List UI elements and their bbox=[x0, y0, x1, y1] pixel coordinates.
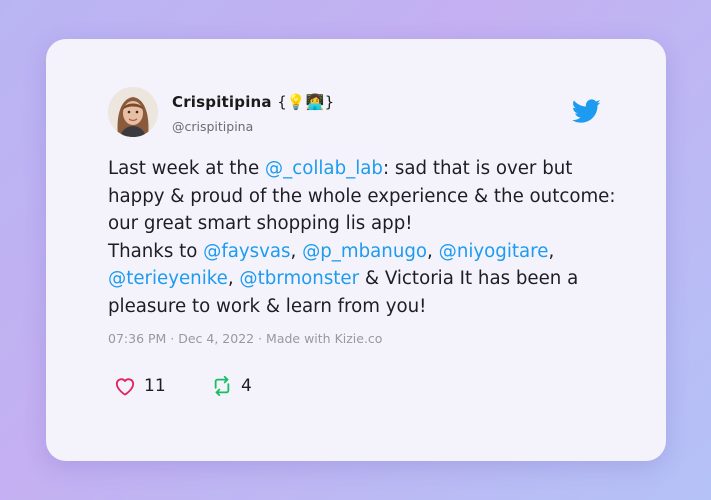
like-button[interactable]: 11 bbox=[114, 376, 166, 396]
tweet-card: Crispitipina {💡👩‍💻} @crispitipina Last w… bbox=[46, 39, 666, 461]
author-handle[interactable]: @crispitipina bbox=[172, 119, 253, 134]
tweet-text-segment: , bbox=[427, 240, 439, 262]
heart-icon bbox=[115, 378, 135, 396]
mention-link[interactable]: @p_mbanugo bbox=[302, 241, 427, 262]
tweet-text-segment: Last week at the bbox=[108, 158, 265, 179]
mention-link[interactable]: @faysvas bbox=[203, 241, 290, 262]
author-emoji: {💡👩‍💻} bbox=[277, 93, 335, 111]
retweet-icon bbox=[214, 376, 230, 396]
author-name[interactable]: Crispitipina {💡👩‍💻} bbox=[172, 93, 334, 111]
retweet-count: 4 bbox=[241, 376, 252, 396]
tweet-text-segment: , bbox=[548, 240, 555, 262]
mention-link[interactable]: @terieyenike bbox=[108, 268, 228, 289]
mention-link[interactable]: @_collab_lab bbox=[265, 158, 383, 179]
tweet-body: Last week at the @_collab_lab: sad that … bbox=[108, 155, 618, 320]
tweet-meta: 07:36 PM · Dec 4, 2022 · Made with Kizie… bbox=[108, 331, 383, 346]
tweet-text-segment: , bbox=[290, 240, 303, 262]
avatar[interactable] bbox=[108, 87, 158, 137]
like-count: 11 bbox=[144, 376, 166, 396]
author-name-text: Crispitipina bbox=[172, 93, 272, 111]
twitter-bird-icon[interactable] bbox=[572, 99, 601, 124]
mention-link[interactable]: @tbrmonster bbox=[239, 268, 359, 289]
tweet-text-segment: , bbox=[227, 268, 240, 289]
retweet-button[interactable]: 4 bbox=[211, 376, 252, 396]
mention-link[interactable]: @niyogitare bbox=[439, 241, 549, 262]
tweet-text-segment: Thanks to bbox=[108, 240, 204, 262]
